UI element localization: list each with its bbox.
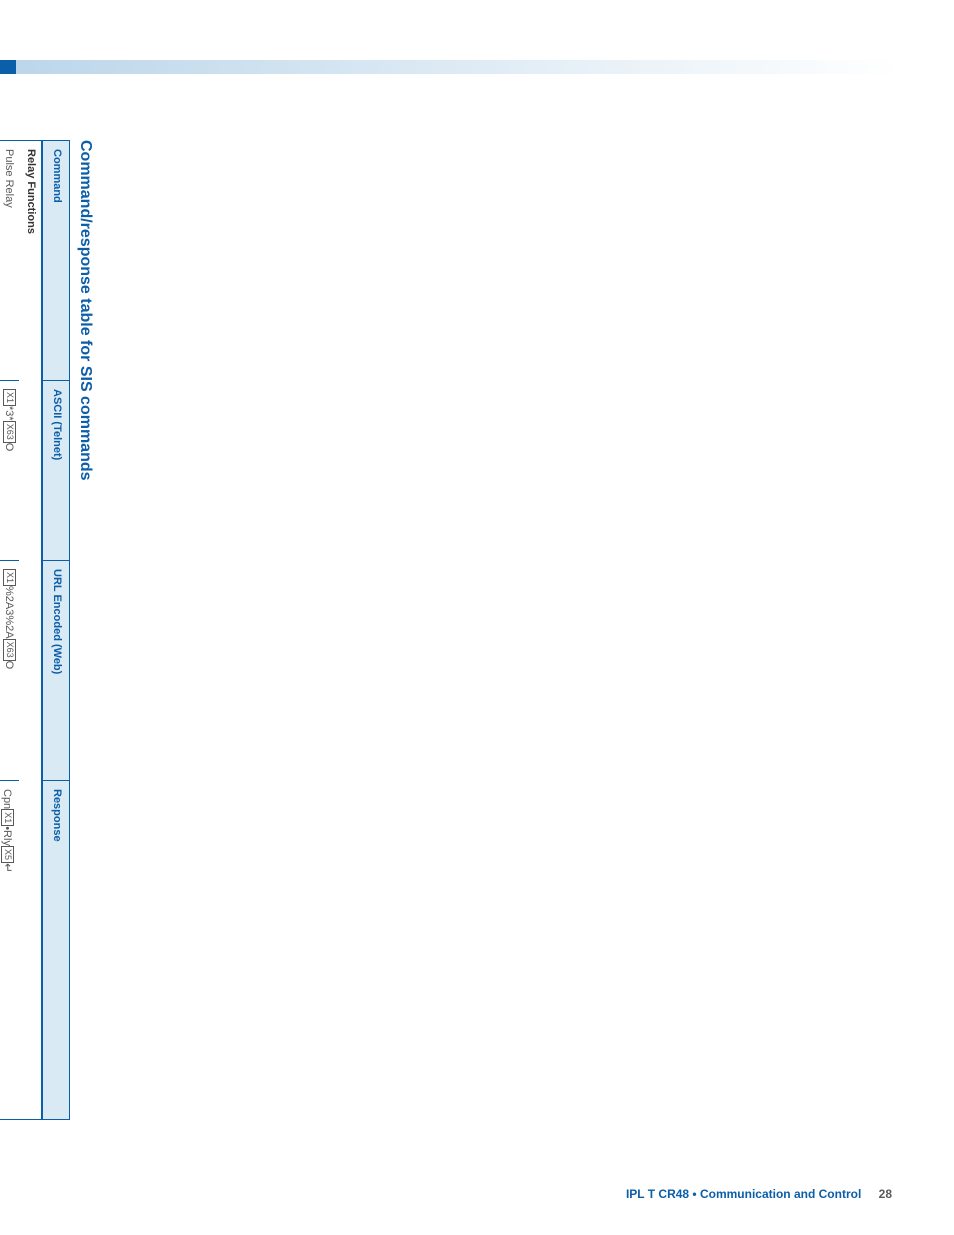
- th-response: Response: [42, 781, 69, 1120]
- var-box: X63: [4, 421, 17, 443]
- cell-ascii: X1*3*X63O: [0, 381, 20, 561]
- var-box: X5: [2, 846, 15, 863]
- page-number: 28: [879, 1187, 892, 1201]
- var-box: X1: [4, 389, 17, 406]
- var-box: X63: [4, 639, 17, 661]
- var-box: X1: [2, 809, 15, 826]
- th-ascii: ASCII (Telnet): [42, 381, 69, 561]
- table-row: Pulse RelayX1*3*X63OX1%2A3%2AX63OCpnX1•R…: [0, 141, 20, 1120]
- command-table: Command ASCII (Telnet) URL Encoded (Web)…: [0, 140, 70, 1120]
- section-row: Relay Functions: [20, 141, 43, 1120]
- top-strip: [0, 60, 954, 74]
- rotated-page: Command/response table for SIS commands …: [0, 140, 94, 880]
- cell-command: Pulse Relay: [0, 141, 20, 381]
- th-url: URL Encoded (Web): [42, 561, 69, 781]
- footer-title: IPL T CR48 • Communication and Control: [626, 1187, 861, 1201]
- page-title: Command/response table for SIS commands: [76, 140, 94, 880]
- return-icon: [2, 863, 14, 873]
- var-box: X1: [4, 569, 17, 586]
- section-name: Relay Functions: [20, 141, 43, 1120]
- th-command: Command: [42, 141, 69, 381]
- cell-url: X1%2A3%2AX63O: [0, 561, 20, 781]
- cell-response: CpnX1•RlyX5: [0, 781, 20, 1120]
- page-footer: IPL T CR48 • Communication and Control 2…: [0, 1187, 954, 1201]
- table-header-row: Command ASCII (Telnet) URL Encoded (Web)…: [42, 141, 69, 1120]
